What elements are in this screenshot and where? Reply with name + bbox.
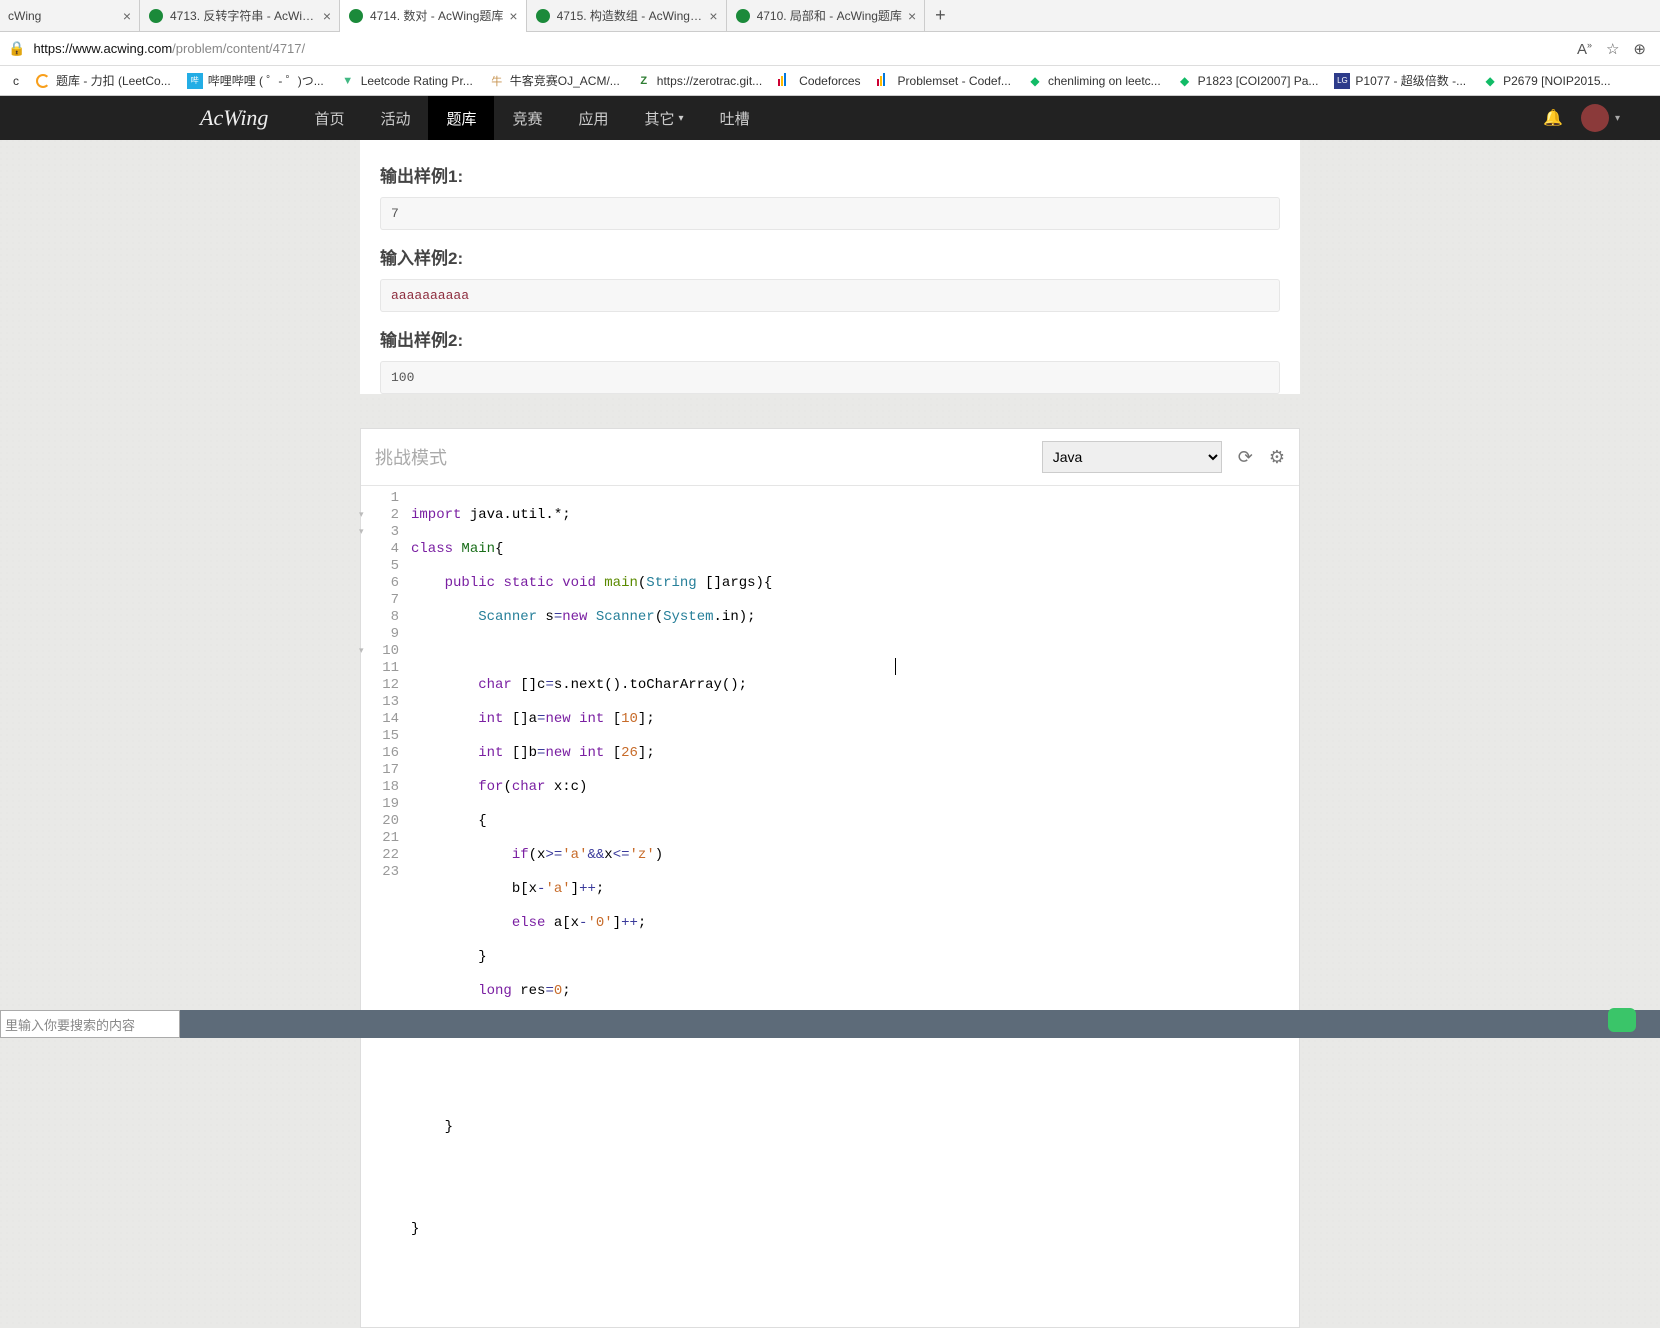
address-bar: 🔒 https://www.acwing.com/problem/content… xyxy=(0,32,1660,66)
favicon xyxy=(148,8,164,24)
bookmark[interactable]: ◆P1823 [COI2007] Pa... xyxy=(1172,70,1324,92)
tab-title: 4710. 局部和 - AcWing题库 xyxy=(757,7,902,24)
tab[interactable]: 4715. 构造数组 - AcWing题库 × xyxy=(527,0,727,32)
tab-title: 4715. 构造数组 - AcWing题库 xyxy=(557,7,704,24)
vue-icon: ▼ xyxy=(340,73,356,89)
diamond-icon: ◆ xyxy=(1482,73,1498,89)
chevron-down-icon: ▾ xyxy=(679,113,684,124)
code-editor-panel: 挑战模式 Java ⟳ ⚙ 12345678910111213141516171… xyxy=(360,428,1300,1328)
read-aloud-icon[interactable]: A» xyxy=(1577,40,1592,58)
output-sample-2-title: 输出样例2: xyxy=(380,326,1280,351)
nav-activity[interactable]: 活动 xyxy=(362,96,428,140)
zerotrac-icon: Z xyxy=(636,73,652,89)
gear-icon[interactable]: ⚙ xyxy=(1269,447,1285,468)
bookmark[interactable]: ◆P2679 [NOIP2015... xyxy=(1477,70,1615,92)
avatar xyxy=(1581,104,1609,132)
browser-tabs: cWing × 4713. 反转字符串 - AcWing题库 × 4714. 数… xyxy=(0,0,1660,32)
chat-bubble-icon[interactable] xyxy=(1608,1008,1636,1032)
nav-tucao[interactable]: 吐槽 xyxy=(702,96,768,140)
text-cursor xyxy=(895,658,896,675)
bilibili-icon: 哔 xyxy=(187,73,203,89)
code-editor[interactable]: 1234567891011121314151617181920212223 im… xyxy=(361,486,1299,1327)
close-icon[interactable]: × xyxy=(709,8,717,24)
favicon xyxy=(535,8,551,24)
bookmark[interactable]: 哔哔哩哔哩 ( ゜- ゜)つ... xyxy=(182,69,329,92)
tab[interactable]: 4713. 反转字符串 - AcWing题库 × xyxy=(140,0,340,32)
url-input[interactable]: https://www.acwing.com/problem/content/4… xyxy=(33,41,1569,56)
nav-home[interactable]: 首页 xyxy=(296,96,362,140)
nav-other[interactable]: 其它▾ xyxy=(627,96,702,140)
code-area[interactable]: import java.util.*; class Main{ public s… xyxy=(405,486,1299,1327)
codeforces-icon xyxy=(778,73,794,89)
tab[interactable]: 4710. 局部和 - AcWing题库 × xyxy=(727,0,926,32)
bookmark[interactable]: Zhttps://zerotrac.git... xyxy=(631,70,767,92)
output-sample-2: 100 xyxy=(380,361,1280,394)
nav-problems[interactable]: 题库 xyxy=(428,96,494,140)
language-select[interactable]: Java xyxy=(1042,441,1222,473)
refresh-icon[interactable]: ⟳ xyxy=(1238,447,1253,468)
tab-title: 4714. 数对 - AcWing题库 xyxy=(370,7,503,24)
bottom-strip xyxy=(180,1010,1660,1038)
nowcoder-icon: 牛 xyxy=(489,73,505,89)
input-sample-2: aaaaaaaaaa xyxy=(380,279,1280,312)
chevron-down-icon: ▾ xyxy=(1615,113,1620,124)
close-icon[interactable]: × xyxy=(509,8,517,24)
output-sample-1-title: 输出样例1: xyxy=(380,162,1280,187)
search-input[interactable]: 里输入你要搜索的内容 xyxy=(0,1010,180,1038)
nav-contest[interactable]: 竞赛 xyxy=(494,96,560,140)
site-navbar: AcWing 首页 活动 题库 竞赛 应用 其它▾ 吐槽 🔔 ▾ xyxy=(0,96,1660,140)
close-icon[interactable]: × xyxy=(323,8,331,24)
tab-title: 4713. 反转字符串 - AcWing题库 xyxy=(170,7,317,24)
problem-panel: 输出样例1: 7 输入样例2: aaaaaaaaaa 输出样例2: 100 xyxy=(360,140,1300,394)
favorite-icon[interactable]: ☆ xyxy=(1606,40,1619,58)
tab[interactable]: cWing × xyxy=(0,0,140,32)
bookmark[interactable]: ◆chenliming on leetc... xyxy=(1022,70,1166,92)
leetcode-icon xyxy=(36,74,50,88)
line-gutter: 1234567891011121314151617181920212223 xyxy=(361,486,405,1327)
output-sample-1: 7 xyxy=(380,197,1280,230)
new-tab-button[interactable]: + xyxy=(925,5,956,26)
tab-active[interactable]: 4714. 数对 - AcWing题库 × xyxy=(340,0,527,32)
bookmark[interactable]: ▼Leetcode Rating Pr... xyxy=(335,70,478,92)
bookmark[interactable]: 题库 - 力扣 (LeetCo... xyxy=(30,69,176,92)
codeforces-icon xyxy=(877,73,893,89)
favicon xyxy=(735,8,751,24)
bell-icon[interactable]: 🔔 xyxy=(1543,108,1563,128)
favicon xyxy=(348,8,364,24)
lock-icon: 🔒 xyxy=(8,40,25,57)
challenge-mode-label[interactable]: 挑战模式 xyxy=(375,444,447,470)
bookmark-bar: c 题库 - 力扣 (LeetCo... 哔哔哩哔哩 ( ゜- ゜)つ... ▼… xyxy=(0,66,1660,96)
close-icon[interactable]: × xyxy=(123,8,131,24)
close-icon[interactable]: × xyxy=(908,8,916,24)
bookmark[interactable]: Problemset - Codef... xyxy=(872,70,1016,92)
bookmark[interactable]: Codeforces xyxy=(773,70,865,92)
tab-title: cWing xyxy=(8,9,117,23)
input-sample-2-title: 输入样例2: xyxy=(380,244,1280,269)
diamond-icon: ◆ xyxy=(1177,73,1193,89)
user-menu[interactable]: ▾ xyxy=(1581,104,1620,132)
bookmark[interactable]: 牛牛客竞赛OJ_ACM/... xyxy=(484,69,625,92)
brand-logo[interactable]: AcWing xyxy=(200,105,268,131)
collections-icon[interactable]: ⊕ xyxy=(1633,40,1646,58)
bookmark[interactable]: LGP1077 - 超级倍数 -... xyxy=(1329,69,1471,92)
diamond-icon: ◆ xyxy=(1027,73,1043,89)
bookmark[interactable]: c xyxy=(8,71,24,91)
nav-apps[interactable]: 应用 xyxy=(561,96,627,140)
luogu-icon: LG xyxy=(1334,73,1350,89)
